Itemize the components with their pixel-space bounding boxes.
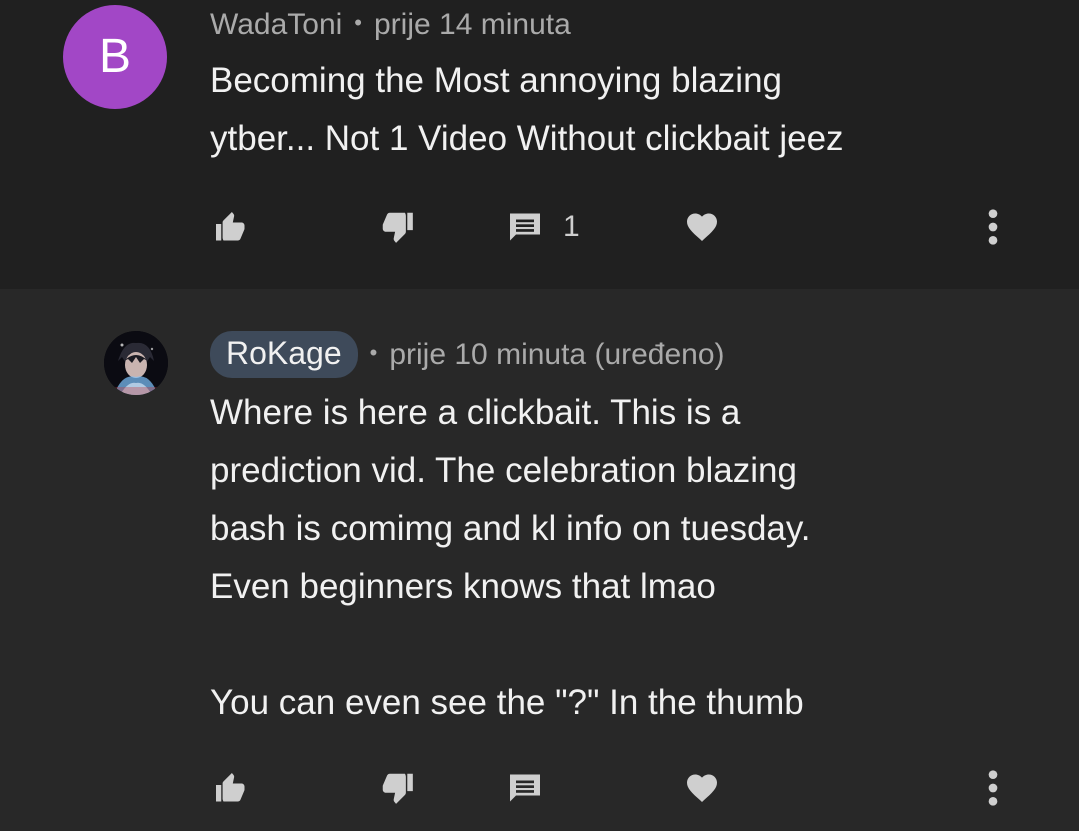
dislike-button[interactable] (378, 766, 416, 810)
comment-time: prije 14 minuta (374, 8, 571, 41)
heart-icon (687, 213, 717, 241)
reply-icon (510, 774, 540, 802)
reply-button[interactable]: 1 (507, 205, 580, 249)
thumbs-up-icon (216, 212, 245, 241)
more-options-button[interactable] (984, 205, 1002, 249)
author-name[interactable]: RoKage (210, 331, 358, 378)
heart-button[interactable] (683, 205, 721, 249)
comment-meta: WadaToni • prije 14 minuta (210, 8, 571, 42)
author-name[interactable]: WadaToni (210, 8, 342, 42)
heart-icon (687, 774, 717, 802)
more-options-button[interactable] (984, 766, 1002, 810)
reply-button[interactable] (507, 766, 563, 810)
dislike-button[interactable] (378, 205, 416, 249)
like-button[interactable] (212, 205, 250, 249)
avatar[interactable] (104, 331, 168, 395)
reply-icon (510, 213, 540, 241)
comment-text: Becoming the Most annoying blazing ytber… (210, 61, 844, 158)
heart-button[interactable] (683, 766, 721, 810)
separator-dot: • (369, 339, 378, 365)
comment-time: prije 10 minuta (uređeno) (389, 337, 725, 371)
thumbs-down-icon (382, 212, 413, 243)
comment-actions: 1 (0, 205, 1079, 249)
avatar-image (104, 331, 168, 395)
comment-meta: RoKage • prije 10 minuta (uređeno) (210, 331, 725, 378)
comment-item: RoKage • prije 10 minuta (uređeno) Where… (0, 289, 1079, 831)
thumbs-up-icon (216, 773, 245, 802)
like-button[interactable] (212, 766, 250, 810)
avatar[interactable]: B (63, 5, 167, 109)
comment-item: B WadaToni • prije 14 minuta Becoming th… (0, 0, 1079, 289)
more-icon (988, 209, 998, 245)
comment-text: Where is here a clickbait. This is a pre… (210, 393, 811, 722)
more-icon (988, 770, 998, 806)
thumbs-down-icon (382, 773, 413, 804)
comment-actions (0, 766, 1079, 810)
reply-count: 1 (563, 210, 580, 243)
separator-dot: • (354, 10, 362, 35)
